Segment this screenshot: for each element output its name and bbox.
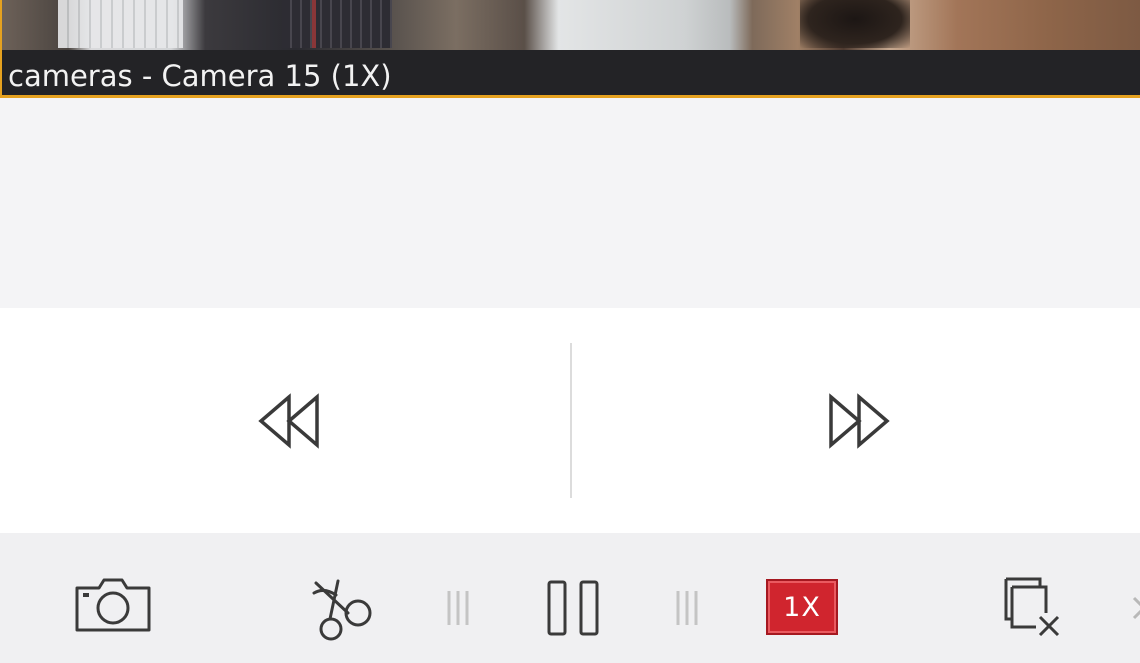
speed-label: 1X <box>766 579 838 635</box>
seek-divider <box>570 343 572 498</box>
selected-window-border <box>0 0 2 98</box>
video-content <box>282 0 392 48</box>
drag-handle[interactable] <box>444 589 472 627</box>
close-window-button[interactable] <box>998 573 1068 641</box>
camera-caption: cameras - Camera 15 (1X) <box>8 59 392 93</box>
snapshot-button[interactable] <box>70 571 156 637</box>
video-content <box>800 0 910 48</box>
close-window-icon <box>1004 577 1060 637</box>
playback-speed-button[interactable]: 1X <box>765 578 839 636</box>
video-pane[interactable]: cameras - Camera 15 (1X) <box>0 0 1140 98</box>
playback-screen: cameras - Camera 15 (1X) 1X <box>0 0 1140 663</box>
rewind-icon <box>258 393 319 449</box>
fast-forward-icon <box>829 393 890 449</box>
grip-icon <box>447 591 469 625</box>
pause-button[interactable] <box>540 575 606 641</box>
seek-controls <box>0 308 1140 533</box>
clip-button[interactable] <box>306 571 378 643</box>
scissors-icon <box>312 579 372 641</box>
more-button[interactable] <box>1122 588 1140 628</box>
grip-icon <box>676 591 698 625</box>
pause-icon <box>547 580 599 636</box>
playback-toolbar: 1X <box>0 533 1140 663</box>
drag-handle[interactable] <box>673 589 701 627</box>
video-frame <box>0 0 1140 50</box>
video-content <box>312 0 316 48</box>
fast-forward-button[interactable] <box>818 386 898 456</box>
timeline-area[interactable] <box>0 98 1140 308</box>
video-content <box>58 0 183 48</box>
camera-icon <box>75 578 151 632</box>
rewind-button[interactable] <box>246 386 326 456</box>
chevron-right-icon <box>1132 596 1140 620</box>
